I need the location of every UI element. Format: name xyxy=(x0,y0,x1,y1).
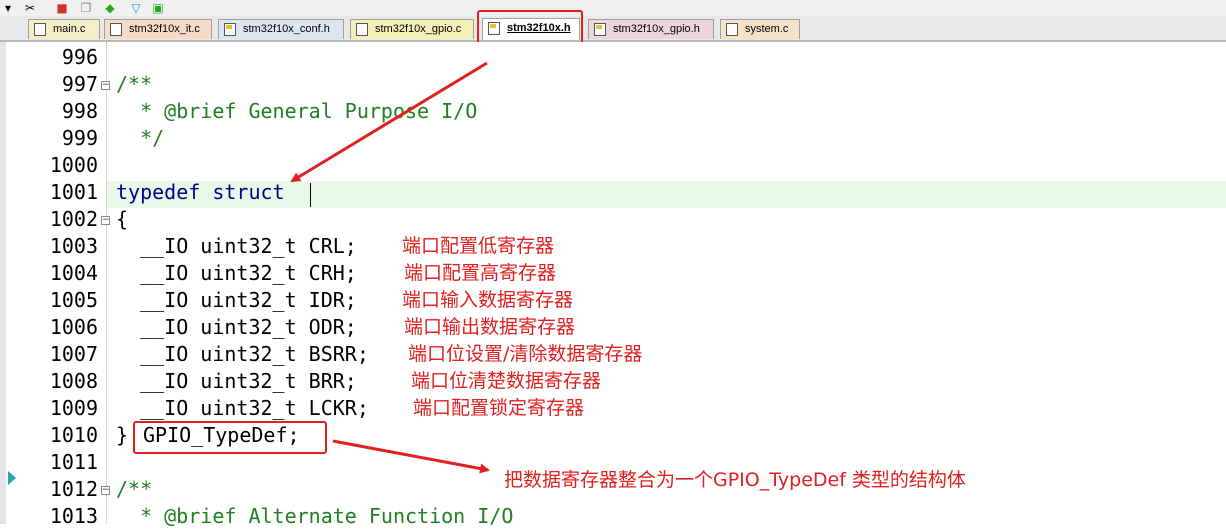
line-number: 1003 xyxy=(49,234,98,258)
annotation-lckr: 端口配置锁定寄存器 xyxy=(413,397,585,419)
editor-left-bar xyxy=(0,42,6,524)
code-line: __IO uint32_t CRL; xyxy=(116,234,357,258)
line-number: 1013 xyxy=(49,504,98,528)
annotation-odr: 端口输出数据寄存器 xyxy=(404,316,576,338)
current-position-marker-icon xyxy=(8,471,16,485)
fold-margin-line xyxy=(106,42,107,524)
c-file-icon xyxy=(110,23,122,36)
tab-label: stm32f10x_conf.h xyxy=(243,23,330,35)
line-number: 1006 xyxy=(49,315,98,339)
line-number: 996 xyxy=(61,45,98,69)
code-line: */ xyxy=(116,126,165,150)
c-file-icon xyxy=(356,23,368,36)
c-file-icon xyxy=(34,23,46,36)
code-line: /** xyxy=(116,477,153,501)
annotation-bsrr: 端口位设置/清除数据寄存器 xyxy=(408,343,643,365)
code-line: __IO uint32_t BSRR; xyxy=(116,342,369,366)
h-file-icon xyxy=(224,23,236,36)
annotation-crl: 端口配置低寄存器 xyxy=(402,235,555,257)
code-line: * @brief General Purpose I/O xyxy=(116,99,478,123)
code-line: __IO uint32_t ODR; xyxy=(116,315,357,339)
line-number: 1007 xyxy=(49,342,98,366)
tab-label: stm32f10x_gpio.c xyxy=(375,23,462,35)
dropdown-icon[interactable]: ▾ xyxy=(0,0,16,16)
line-number: 1005 xyxy=(49,288,98,312)
tab-stm32f10x-gpio-h[interactable]: stm32f10x_gpio.h xyxy=(588,19,714,39)
code-line: } xyxy=(116,423,129,447)
tab-stm32f10x-gpio-c[interactable]: stm32f10x_gpio.c xyxy=(350,19,474,39)
line-number: 1009 xyxy=(49,396,98,420)
tab-main-c[interactable]: main.c xyxy=(28,19,100,39)
annotation-idr: 端口输入数据寄存器 xyxy=(402,289,574,311)
line-number: 998 xyxy=(61,99,98,123)
code-line: __IO uint32_t BRR; xyxy=(116,369,357,393)
code-line: typedef struct xyxy=(116,180,285,204)
tab-label: stm32f10x_it.c xyxy=(129,23,200,35)
tab-label: stm32f10x_gpio.h xyxy=(613,23,700,35)
tab-label: main.c xyxy=(53,23,86,35)
build-icon[interactable]: ■ xyxy=(54,0,70,16)
code-line: { xyxy=(116,207,129,231)
annotation-summary: 把数据寄存器整合为一个GPIO_TypeDef 类型的结构体 xyxy=(504,469,966,491)
fold-toggle-icon[interactable]: − xyxy=(101,216,110,225)
line-number: 1002 xyxy=(49,207,98,231)
tab-system-c[interactable]: system.c xyxy=(720,19,800,39)
code-line: * @brief Alternate Function I/O xyxy=(116,504,514,528)
line-number: 1008 xyxy=(49,369,98,393)
line-number: 1012 xyxy=(49,477,98,501)
fold-toggle-icon[interactable]: − xyxy=(101,81,110,90)
c-file-icon xyxy=(726,23,738,36)
typedef-name-highlight-box xyxy=(133,421,327,454)
line-number: 997 xyxy=(61,72,98,96)
line-number: 1010 xyxy=(49,423,98,447)
h-file-icon xyxy=(594,23,606,36)
manage-icon[interactable]: ▣ xyxy=(150,0,166,16)
fold-toggle-icon[interactable]: − xyxy=(101,486,110,495)
line-number: 1011 xyxy=(49,450,98,474)
filter-icon[interactable]: ▽ xyxy=(128,0,144,16)
tools-icon[interactable]: ✂ xyxy=(22,0,38,16)
code-line: __IO uint32_t LCKR; xyxy=(116,396,369,420)
annotation-crh: 端口配置高寄存器 xyxy=(404,262,557,284)
line-number: 1004 xyxy=(49,261,98,285)
target-icon[interactable]: ◆ xyxy=(102,0,118,16)
tab-stm32f10x-it-c[interactable]: stm32f10x_it.c xyxy=(104,19,212,39)
text-cursor xyxy=(310,183,311,207)
tab-stm32f10x-conf-h[interactable]: stm32f10x_conf.h xyxy=(218,19,344,39)
active-tab-highlight-box xyxy=(477,10,583,45)
code-line: __IO uint32_t CRH; xyxy=(116,261,357,285)
line-number: 999 xyxy=(61,126,98,150)
file-tab-bar: main.c stm32f10x_it.c stm32f10x_conf.h s… xyxy=(0,16,1226,42)
copy-icon[interactable]: ❐ xyxy=(78,0,94,16)
toolbar: ▾ ✂ ■ ❐ ◆ ▽ ▣ xyxy=(0,0,1226,16)
tab-label: system.c xyxy=(745,23,789,35)
annotation-brr: 端口位清楚数据寄存器 xyxy=(411,370,602,392)
code-line: /** xyxy=(116,72,153,96)
line-number: 1001 xyxy=(49,180,98,204)
line-number: 1000 xyxy=(49,153,98,177)
code-line: __IO uint32_t IDR; xyxy=(116,288,357,312)
